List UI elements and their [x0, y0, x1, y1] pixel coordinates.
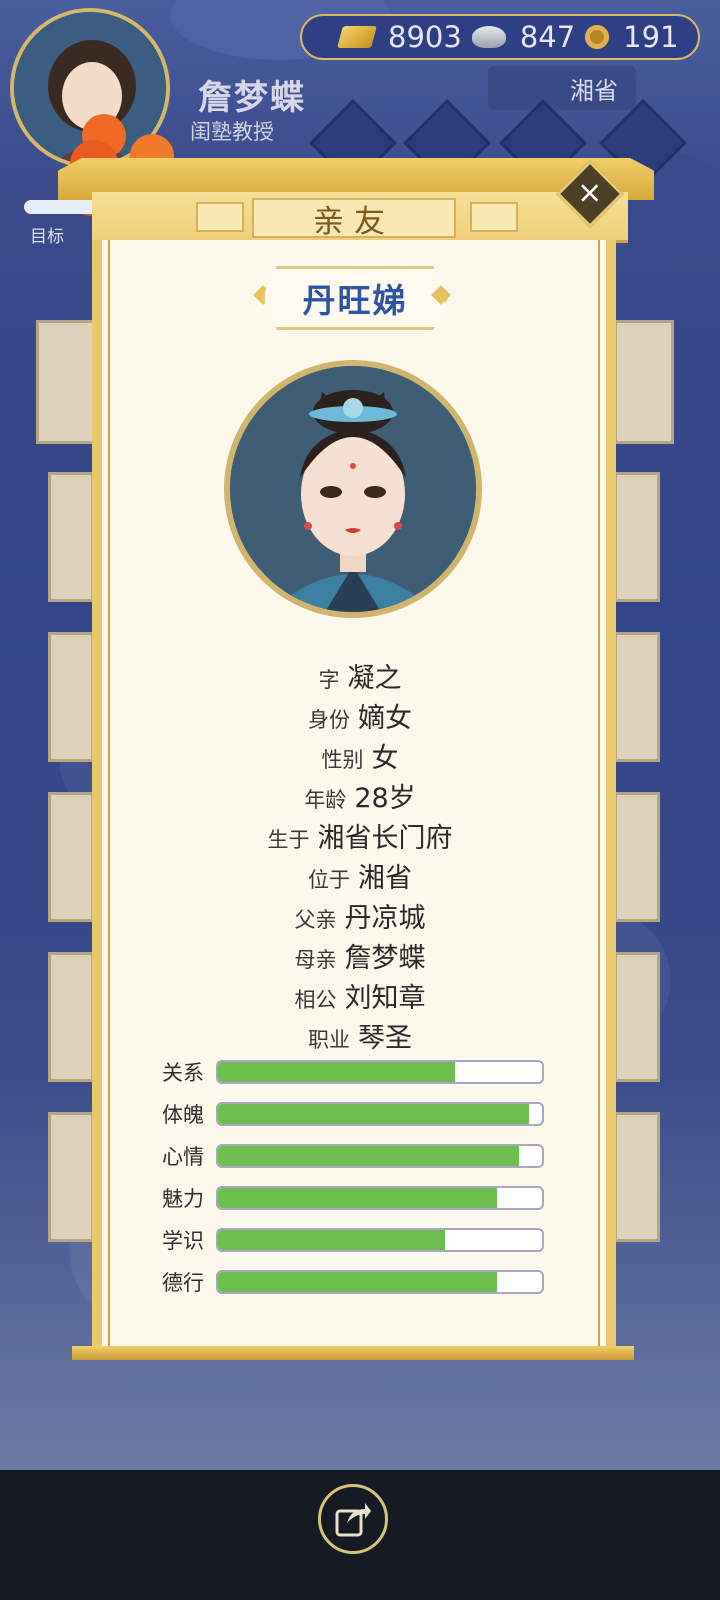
player-name: 詹梦蝶	[198, 78, 306, 118]
info-husband: 相公 刘知章	[294, 983, 426, 1014]
gold-ingot-icon	[337, 26, 377, 48]
stat-fill	[218, 1146, 520, 1166]
background-card	[48, 1112, 94, 1242]
background-card	[614, 320, 674, 444]
player-title: 闺塾教授	[190, 120, 274, 144]
currency-bar: 8903 847 191	[300, 14, 700, 60]
info-status: 身份 嫡女	[308, 703, 412, 734]
info-location: 位于 湘省	[308, 863, 412, 894]
stat-relationship: 关系	[162, 1060, 544, 1085]
stat-bar	[216, 1060, 544, 1084]
info-age: 年龄 28岁	[304, 783, 416, 814]
background-card	[36, 320, 96, 444]
info-mother: 母亲 詹梦蝶	[294, 943, 426, 974]
header-ornament	[196, 202, 244, 232]
close-icon: ×	[577, 175, 603, 211]
silver-ingot-icon	[471, 26, 506, 48]
person-name: 丹旺娣	[302, 281, 408, 320]
gold-amount: 8903	[388, 20, 462, 54]
stat-fill	[218, 1272, 497, 1292]
dialog-title: 亲友	[313, 203, 395, 240]
background-card	[614, 1112, 660, 1242]
copper-coin-icon	[585, 25, 610, 49]
woman-portrait-icon	[230, 366, 476, 612]
header-ornament	[470, 202, 518, 232]
silver-amount: 847	[519, 20, 576, 54]
scroll-bottom-rod	[72, 1346, 634, 1360]
person-name-plate: 丹旺娣	[262, 266, 448, 330]
info-father: 父亲 丹凉城	[294, 903, 426, 934]
stat-bar	[216, 1228, 544, 1252]
person-portrait	[224, 360, 482, 618]
dialog-header: 亲友	[92, 192, 628, 243]
stat-knowledge: 学识	[162, 1228, 544, 1253]
location-button[interactable]: 湘省	[488, 66, 636, 110]
dialog-title-plate: 亲友	[252, 198, 456, 240]
share-button[interactable]	[318, 1484, 388, 1554]
share-icon	[335, 1503, 371, 1537]
stat-fill	[218, 1188, 497, 1208]
copper-amount: 191	[623, 20, 679, 54]
background-card	[48, 472, 94, 602]
goal-label: 目标	[30, 227, 64, 247]
info-birthplace: 生于 湘省长门府	[267, 823, 453, 854]
stat-virtue: 德行	[162, 1270, 544, 1295]
stat-bar	[216, 1102, 544, 1126]
info-occupation: 职业 琴圣	[308, 1023, 412, 1054]
info-courtesy-name: 字凝之	[318, 663, 402, 694]
stat-bar	[216, 1270, 544, 1294]
stat-charm: 魅力	[162, 1186, 544, 1211]
stat-bar	[216, 1186, 544, 1210]
stat-fill	[218, 1104, 530, 1124]
stat-fill	[218, 1062, 455, 1082]
stat-physique: 体魄	[162, 1102, 544, 1127]
stat-fill	[218, 1230, 445, 1250]
stat-bar	[216, 1144, 544, 1168]
background-card	[614, 472, 660, 602]
info-gender: 性别女	[321, 743, 399, 774]
location-label: 湘省	[570, 76, 618, 105]
stat-mood: 心情	[162, 1144, 544, 1169]
